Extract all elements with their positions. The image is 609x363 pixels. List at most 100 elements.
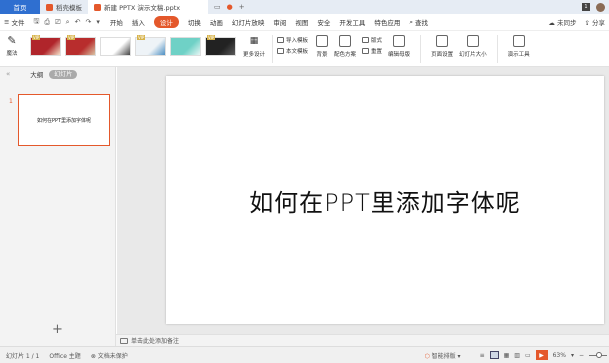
- tab-security[interactable]: 安全: [317, 17, 330, 27]
- import-template-label: 导入模板: [286, 38, 309, 44]
- smart-format-button[interactable]: ⬡ 智能排版 ▾: [424, 351, 460, 360]
- wps-template-tab[interactable]: 稻壳模板: [40, 0, 88, 14]
- design-template-thumbnail[interactable]: [170, 37, 201, 56]
- new-tab-button[interactable]: +: [239, 3, 245, 11]
- presenter-view-icon[interactable]: ▭: [525, 352, 531, 359]
- color-scheme-label: 配色方案: [334, 52, 357, 58]
- vip-badge: VIP: [67, 35, 76, 40]
- notes-icon: [120, 337, 128, 344]
- this-template-button[interactable]: 本文模板: [277, 47, 308, 55]
- tab-insert[interactable]: 插入: [132, 17, 145, 27]
- slides-tab[interactable]: 幻灯片: [49, 69, 78, 79]
- page-setup-icon: [436, 35, 449, 47]
- tab-animation[interactable]: 动画: [210, 17, 223, 27]
- design-ribbon: ✎ 魔法 VIP VIP VIP VIP ▦ 更多设计 导入模板 本文模板 背景 配色…: [0, 31, 609, 67]
- reset-icon: [362, 48, 370, 54]
- slide-size-button[interactable]: 幻灯片大小: [459, 31, 487, 63]
- preview-icon[interactable]: ⌕: [66, 18, 70, 27]
- zoom-out-icon[interactable]: −: [579, 352, 584, 359]
- unsaved-dot-icon: ●: [226, 3, 233, 11]
- customize-icon[interactable]: ▾: [96, 18, 100, 26]
- magic-wand-icon: ✎: [7, 34, 17, 47]
- outline-tab[interactable]: 大纲: [30, 69, 43, 79]
- print-icon[interactable]: ⎚: [55, 18, 61, 27]
- tab-view[interactable]: 视图: [295, 17, 308, 27]
- tab-start[interactable]: 开始: [110, 17, 123, 27]
- this-template-icon: [277, 48, 284, 54]
- avatar[interactable]: [596, 2, 605, 12]
- presenter-tools-label: 演示工具: [507, 52, 530, 58]
- grid-icon: ▦: [249, 36, 259, 46]
- tab-features[interactable]: 特色应用: [374, 17, 400, 27]
- design-template-gallery: VIP VIP VIP VIP: [24, 31, 236, 56]
- slide-title-text[interactable]: 如何在PPT里添加字体呢: [249, 183, 521, 218]
- magic-label: 魔法: [6, 51, 18, 57]
- tab-list-icon[interactable]: ▭: [214, 3, 221, 11]
- reading-view-icon[interactable]: ▥: [514, 352, 520, 359]
- zoom-dropdown-icon[interactable]: ▾: [571, 352, 574, 359]
- design-template-thumbnail[interactable]: VIP: [65, 35, 96, 56]
- import-template-icon: [277, 37, 284, 43]
- title-tab-bar: 首页 稻壳模板 新建 PPTX 演示文稿.pptx ▭ ● + 1: [0, 0, 609, 14]
- import-template-button[interactable]: 导入模板: [277, 36, 308, 44]
- zoom-level[interactable]: 63%: [553, 352, 566, 359]
- collapse-panel-icon[interactable]: «: [6, 70, 10, 78]
- ppt-file-icon: [94, 3, 101, 11]
- play-slideshow-button[interactable]: ▶: [535, 350, 548, 360]
- page-setup-label: 页面设置: [431, 52, 454, 58]
- menu-bar: ≡ 文件 🖫 ⎙ ⎚ ⌕ ↶ ↷ ▾ 开始 插入 设计 切换 动画 幻灯片放映 …: [0, 14, 609, 31]
- color-scheme-icon: [339, 35, 352, 47]
- normal-view-icon[interactable]: [489, 351, 499, 359]
- window-count-badge[interactable]: 1: [582, 3, 590, 11]
- reset-label: 重置: [371, 49, 383, 55]
- redo-icon[interactable]: ↷: [85, 18, 91, 26]
- vip-badge: VIP: [207, 35, 216, 40]
- slide-panel-header: « 大纲 幻灯片: [0, 67, 115, 81]
- notes-toggle-icon[interactable]: ≡: [480, 352, 485, 359]
- tab-slideshow[interactable]: 幻灯片放映: [232, 17, 265, 27]
- tab-design[interactable]: 设计: [153, 16, 179, 28]
- protection-status[interactable]: ⊗ 文档未保护: [91, 351, 128, 360]
- zoom-slider-handle[interactable]: [596, 351, 602, 358]
- design-template-thumbnail[interactable]: [100, 37, 131, 56]
- slide-size-icon: [466, 35, 479, 47]
- magic-button[interactable]: ✎ 魔法: [0, 31, 24, 58]
- search-icon: ⌕: [409, 17, 413, 26]
- slide-sorter-icon[interactable]: ▦: [504, 352, 510, 359]
- undo-icon[interactable]: ↶: [75, 18, 81, 26]
- export-icon[interactable]: ⎙: [44, 18, 50, 27]
- status-bar: 幻灯片 1 / 1 Office 主题 ⊗ 文档未保护 ⬡ 智能排版 ▾ ≡ ▦…: [0, 346, 609, 363]
- design-template-thumbnail[interactable]: VIP: [205, 35, 236, 56]
- color-scheme-button[interactable]: 配色方案: [334, 31, 356, 58]
- slide-thumbnail[interactable]: 如何在PPT里添加字体呢: [18, 94, 110, 146]
- document-tab[interactable]: 新建 PPTX 演示文稿.pptx: [88, 0, 208, 14]
- slide-size-label: 幻灯片大小: [459, 52, 487, 58]
- search-button[interactable]: ⌕ 查找: [409, 17, 428, 28]
- tab-review[interactable]: 审阅: [273, 17, 286, 27]
- format-button[interactable]: 版式: [362, 36, 382, 44]
- save-icon[interactable]: 🖫: [33, 17, 39, 28]
- reset-button[interactable]: 重置: [362, 47, 382, 55]
- edit-master-button[interactable]: 编辑母版: [388, 31, 410, 63]
- notes-placeholder: 单击此处添加备注: [131, 338, 180, 345]
- slide-canvas[interactable]: 如何在PPT里添加字体呢: [166, 76, 604, 324]
- presenter-tools-button[interactable]: 演示工具: [508, 31, 530, 63]
- tab-transition[interactable]: 切换: [188, 17, 201, 27]
- slide-panel: « 大纲 幻灯片 1 如何在PPT里添加字体呢 +: [0, 67, 116, 336]
- more-design-button[interactable]: ▦ 更多设计: [240, 31, 268, 58]
- home-tab[interactable]: 首页: [0, 0, 40, 14]
- share-button[interactable]: ⇪ 分享: [584, 17, 605, 27]
- presenter-tools-icon: [512, 35, 525, 47]
- format-label: 版式: [371, 38, 383, 44]
- design-template-thumbnail[interactable]: VIP: [135, 35, 166, 56]
- background-button[interactable]: 背景: [316, 31, 329, 58]
- design-template-thumbnail[interactable]: VIP: [30, 35, 61, 56]
- file-menu[interactable]: ≡ 文件: [4, 17, 24, 27]
- zoom-slider[interactable]: [589, 351, 607, 358]
- notes-bar[interactable]: 单击此处添加备注: [116, 334, 609, 346]
- sync-label: 未同步: [556, 19, 577, 27]
- tab-developer[interactable]: 开发工具: [339, 17, 365, 27]
- wps-logo-icon: [46, 3, 53, 11]
- page-setup-button[interactable]: 页面设置: [431, 31, 453, 63]
- sync-status[interactable]: ☁ 未同步: [548, 17, 576, 27]
